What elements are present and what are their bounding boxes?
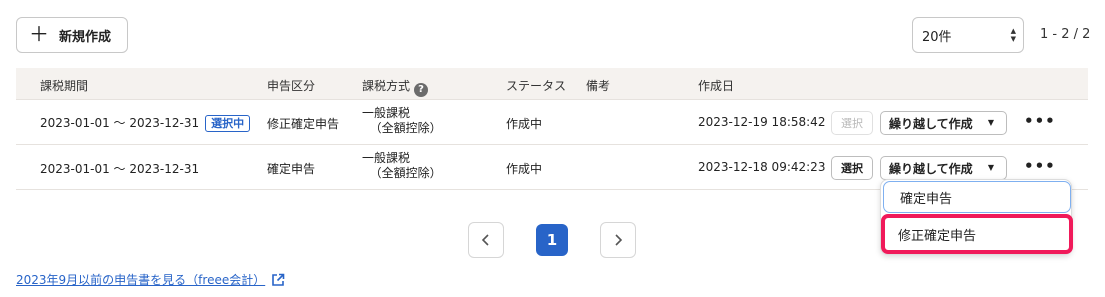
page-size-select[interactable]: 20件 ▲ ▼ xyxy=(912,17,1024,53)
more-icon[interactable]: ••• xyxy=(1024,157,1056,175)
result-range: 1 - 2 / 2 xyxy=(1040,27,1091,42)
header-created-at: 作成日 xyxy=(698,79,735,93)
carry-over-dropdown-menu: 確定申告 修正確定申告 xyxy=(880,179,1073,255)
created-at-cell: 2023-12-19 18:58:42 xyxy=(698,115,826,129)
header-status: ステータス xyxy=(506,79,567,93)
select-arrows-icon: ▲ ▼ xyxy=(1010,27,1016,43)
declaration-type-cell: 確定申告 xyxy=(267,162,316,176)
chevron-right-icon xyxy=(615,234,623,246)
menu-item-amended-return[interactable]: 修正確定申告 xyxy=(881,214,1073,254)
tax-method-cell: 一般課税 （全額控除） xyxy=(362,151,442,180)
page-number-button[interactable]: 1 xyxy=(536,224,568,256)
next-page-button[interactable] xyxy=(600,222,636,258)
more-icon[interactable]: ••• xyxy=(1024,112,1056,130)
selected-badge: 選択中 xyxy=(205,115,251,132)
legacy-returns-link-text: 2023年9月以前の申告書を見る（freee会計） xyxy=(16,273,266,287)
carry-over-create-button[interactable]: 繰り越して作成 ▼ xyxy=(880,111,1007,135)
carry-over-create-button[interactable]: 繰り越して作成 ▼ xyxy=(880,156,1007,180)
legacy-returns-link[interactable]: 2023年9月以前の申告書を見る（freee会計） xyxy=(16,271,285,288)
menu-item-final-return[interactable]: 確定申告 xyxy=(883,181,1071,213)
prev-page-button[interactable] xyxy=(468,222,504,258)
caret-down-icon: ▼ xyxy=(987,163,994,172)
period-cell: 2023-01-01 〜 2023-12-31 選択中 xyxy=(40,114,251,132)
status-cell: 作成中 xyxy=(506,162,543,176)
caret-down-icon: ▼ xyxy=(987,118,994,127)
header-notes: 備考 xyxy=(586,79,611,93)
table-header: 課税期間 申告区分 課税方式? ステータス 備考 作成日 xyxy=(16,68,1088,100)
header-period: 課税期間 xyxy=(40,79,89,93)
external-link-icon xyxy=(272,273,285,286)
select-button[interactable]: 選択 xyxy=(831,111,873,135)
new-create-button[interactable]: ＋ 新規作成 xyxy=(16,17,128,53)
table-row: 2023-01-01 〜 2023-12-31 選択中 修正確定申告 一般課税 （… xyxy=(16,100,1088,145)
declaration-type-cell: 修正確定申告 xyxy=(267,117,340,131)
select-button[interactable]: 選択 xyxy=(831,156,873,180)
period-cell: 2023-01-01 〜 2023-12-31 xyxy=(40,162,200,176)
plus-icon: ＋ xyxy=(29,22,49,46)
chevron-left-icon xyxy=(481,234,489,246)
help-icon[interactable]: ? xyxy=(414,82,429,97)
page-size-value: 20件 xyxy=(922,29,952,45)
created-at-cell: 2023-12-18 09:42:23 xyxy=(698,160,826,174)
header-declaration-type: 申告区分 xyxy=(267,79,316,93)
tax-method-cell: 一般課税 （全額控除） xyxy=(362,106,442,135)
new-create-label: 新規作成 xyxy=(59,29,112,45)
status-cell: 作成中 xyxy=(506,117,543,131)
header-tax-method: 課税方式? xyxy=(362,77,429,97)
